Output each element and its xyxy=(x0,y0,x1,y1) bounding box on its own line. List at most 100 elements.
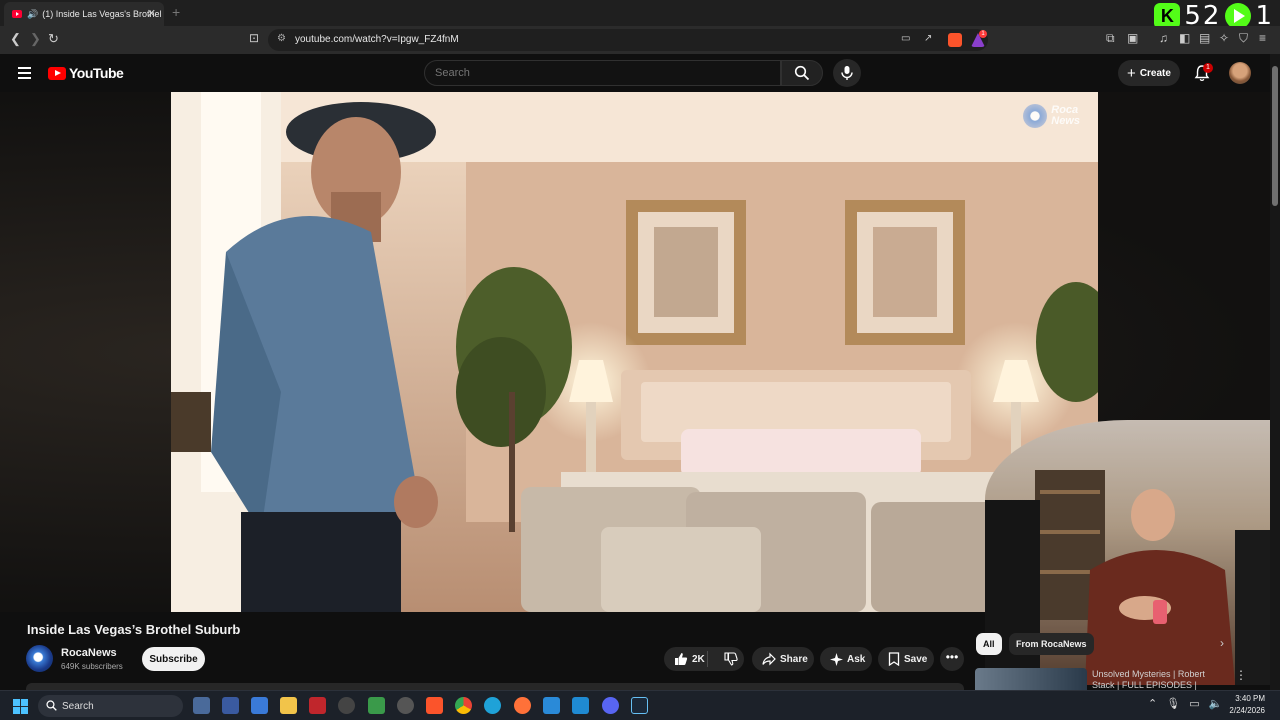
forward-icon[interactable]: ❯ xyxy=(30,31,41,47)
recommendation-title[interactable]: Unsolved Mysteries | Robert Stack | FULL… xyxy=(1092,669,1217,690)
taskbar-search-box[interactable]: Search xyxy=(38,695,183,717)
site-info-icon[interactable]: ⚙ xyxy=(277,33,286,44)
reader-icon[interactable]: ▣ xyxy=(1127,31,1138,45)
extensions-icon[interactable]: ⧉ xyxy=(1106,31,1115,46)
save-button[interactable]: Save xyxy=(878,647,934,671)
channel-avatar[interactable] xyxy=(26,645,53,672)
youtube-masthead: YouTube + Create 1 xyxy=(0,54,1270,92)
create-label: Create xyxy=(1139,67,1171,79)
clock-time: 3:40 PM xyxy=(1235,694,1265,703)
chips-next-icon[interactable]: › xyxy=(1220,636,1224,650)
steam-icon[interactable] xyxy=(631,697,648,714)
watermark-line2: News xyxy=(1051,115,1080,127)
taskbar-clock[interactable]: 3:40 PM 2/24/2026 xyxy=(1225,693,1265,717)
share-button[interactable]: Share xyxy=(752,647,814,671)
sidebar-icon[interactable]: ◧ xyxy=(1179,31,1190,45)
rocanews-logo-icon xyxy=(1023,104,1048,128)
notification-count-badge: 1 xyxy=(1203,63,1213,73)
dislike-button[interactable] xyxy=(714,652,742,669)
tray-network-icon[interactable]: ▭ xyxy=(1189,697,1199,710)
windows-start-icon[interactable] xyxy=(13,699,28,714)
video-frame xyxy=(171,92,1098,612)
app-icon-2[interactable] xyxy=(251,697,268,714)
edge-icon[interactable] xyxy=(484,697,501,714)
vpn-icon[interactable]: ⛉ xyxy=(1239,31,1248,46)
scrollbar-thumb[interactable] xyxy=(1272,66,1278,206)
system-tray: ⌃ 🎙 ▭ 🔈 xyxy=(1148,697,1222,710)
reload-icon[interactable]: ↻ xyxy=(48,31,59,47)
brave-browser-icon[interactable] xyxy=(426,697,443,714)
share-page-icon[interactable]: ↗ xyxy=(924,33,932,44)
channel-name[interactable]: RocaNews xyxy=(61,647,117,659)
file-explorer-icon[interactable] xyxy=(280,697,297,714)
tab-close-icon[interactable]: ✕ xyxy=(147,7,156,20)
page-scrollbar[interactable] xyxy=(1270,54,1280,690)
share-label: Share xyxy=(780,653,808,665)
like-button[interactable]: 2K xyxy=(664,652,705,666)
app-icon-4[interactable] xyxy=(397,697,414,714)
tray-chevron-icon[interactable]: ⌃ xyxy=(1148,697,1157,710)
video-title: Inside Las Vegas’s Brothel Suburb xyxy=(27,622,241,637)
new-tab-button[interactable]: + xyxy=(172,4,180,20)
windows-taskbar: Search ⌃ 🎙 ▭ 🔈 3:40 PM 2/24/2026 xyxy=(0,690,1280,720)
app-icon-3[interactable] xyxy=(368,697,385,714)
brave-shields-icon[interactable] xyxy=(948,33,962,47)
news-app-icon[interactable] xyxy=(309,697,326,714)
voice-search-button[interactable] xyxy=(833,59,861,87)
youtube-play-icon xyxy=(48,66,66,80)
browser-tab-strip: 🔊 (1) Inside Las Vegas's Brothel ✕ + xyxy=(0,0,1280,26)
ask-button[interactable]: Ask xyxy=(820,647,872,671)
url-text[interactable]: youtube.com/watch?v=Ipgw_FZ4fnM xyxy=(295,34,459,45)
subscriber-count: 649K subscribers xyxy=(61,662,123,671)
save-bookmark-icon xyxy=(888,652,900,666)
thumbs-down-icon xyxy=(724,652,738,666)
search-icon xyxy=(794,65,810,81)
like-dislike-group: 2K xyxy=(664,647,744,671)
speaker-icon[interactable]: 🔊 xyxy=(27,9,38,20)
microphone-icon xyxy=(841,66,853,80)
media-icon[interactable]: ♫ xyxy=(1159,31,1168,45)
chip-all[interactable]: All xyxy=(976,633,1002,655)
clock-app-icon[interactable] xyxy=(338,697,355,714)
video-player[interactable]: Roca News xyxy=(171,92,1098,612)
youtube-logo[interactable]: YouTube xyxy=(48,65,124,81)
recommendation-thumbnail[interactable] xyxy=(975,668,1087,690)
like-count: 2K xyxy=(692,653,705,665)
description-box[interactable] xyxy=(26,683,964,690)
cast-icon[interactable]: ▭ xyxy=(901,33,910,44)
back-icon[interactable]: ❮ xyxy=(10,31,21,47)
guide-menu-icon[interactable] xyxy=(18,67,31,82)
discord-icon[interactable] xyxy=(602,697,619,714)
taskbar-search-icon xyxy=(46,700,57,711)
more-actions-button[interactable]: ••• xyxy=(940,647,964,671)
search-input[interactable] xyxy=(424,60,781,86)
tray-volume-icon[interactable]: 🔈 xyxy=(1209,697,1223,710)
recommendation-menu-icon[interactable]: ⋮ xyxy=(1235,668,1247,682)
taskbar-search-label: Search xyxy=(62,700,94,712)
chrome-icon[interactable] xyxy=(455,697,472,714)
vscode-icon[interactable] xyxy=(572,697,589,714)
tray-mic-icon[interactable]: 🎙 xyxy=(1166,697,1180,710)
bookmark-icon[interactable]: ⊡ xyxy=(249,31,259,45)
wallet-icon[interactable]: ▤ xyxy=(1199,31,1210,45)
clock-date: 2/24/2026 xyxy=(1229,706,1265,715)
task-view-icon[interactable] xyxy=(193,697,210,714)
app-icon-5[interactable] xyxy=(543,697,560,714)
search-button[interactable] xyxy=(781,60,823,86)
menu-icon[interactable]: ≡ xyxy=(1259,31,1266,45)
leo-ai-icon[interactable]: ✧ xyxy=(1219,31,1229,45)
account-avatar[interactable] xyxy=(1229,62,1251,84)
plus-icon: + xyxy=(1127,64,1136,82)
firefox-icon[interactable] xyxy=(514,697,531,714)
browser-toolbar: ❮ ❯ ↻ ⊡ ⚙ youtube.com/watch?v=Ipgw_FZ4fn… xyxy=(0,26,1280,54)
ask-label: Ask xyxy=(847,653,866,665)
chip-from-channel[interactable]: From RocaNews xyxy=(1009,633,1094,655)
create-button[interactable]: + Create xyxy=(1118,60,1180,86)
address-bar[interactable]: ⚙ youtube.com/watch?v=Ipgw_FZ4fnM ▭ ↗ 1 xyxy=(268,29,988,51)
browser-tab[interactable]: 🔊 (1) Inside Las Vegas's Brothel ✕ xyxy=(4,2,164,26)
rocanews-watermark: Roca News xyxy=(1023,104,1080,128)
tab-title: (1) Inside Las Vegas's Brothel xyxy=(42,9,162,19)
rewards-badge: 1 xyxy=(979,30,987,38)
subscribe-button[interactable]: Subscribe xyxy=(142,647,205,671)
app-icon-1[interactable] xyxy=(222,697,239,714)
